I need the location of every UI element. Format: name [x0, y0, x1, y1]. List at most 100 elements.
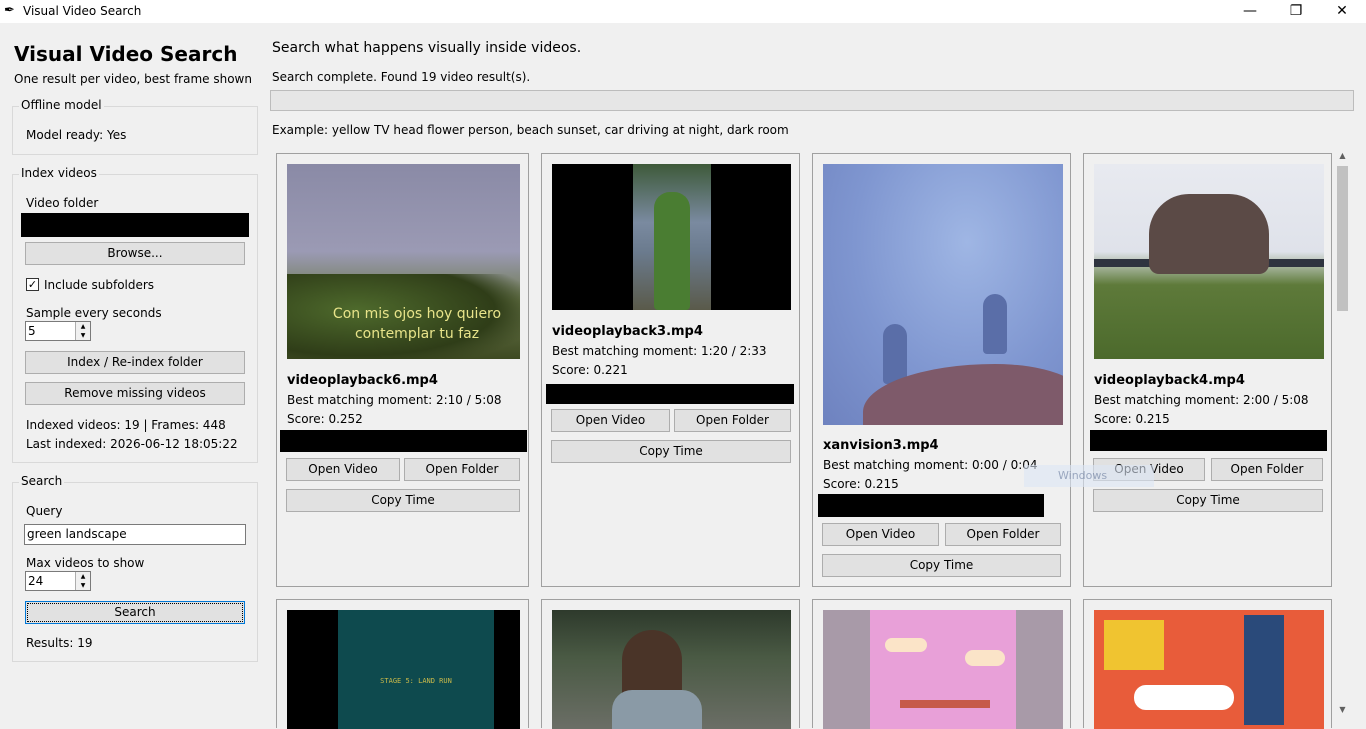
result-moment: Best matching moment: 0:00 / 0:04	[823, 458, 1038, 472]
result-filename: videoplayback4.mp4	[1094, 373, 1245, 388]
result-thumbnail[interactable]	[1094, 610, 1324, 729]
progress-bar	[270, 90, 1354, 111]
copy-time-button[interactable]: Copy Time	[822, 554, 1061, 577]
indexed-stats: Indexed videos: 19 | Frames: 448	[26, 418, 226, 432]
result-thumbnail[interactable]	[823, 610, 1063, 729]
search-group: Search Query green landscape Max videos …	[12, 474, 258, 662]
result-path-bar	[546, 384, 794, 404]
thumbnail-cloud	[885, 638, 927, 652]
result-score: Score: 0.252	[287, 412, 363, 426]
thumbnail-shirt	[612, 690, 702, 729]
open-folder-button[interactable]: Open Folder	[674, 409, 791, 432]
thumbnail-block	[1104, 620, 1164, 670]
last-indexed: Last indexed: 2026-06-12 18:05:22	[26, 437, 238, 451]
result-thumbnail[interactable]	[552, 610, 791, 729]
thumbnail-figure	[654, 192, 690, 310]
example-text: Example: yellow TV head flower person, b…	[272, 123, 789, 137]
max-videos-value: 24	[28, 574, 44, 588]
windows-watermark: Windows	[1024, 465, 1154, 487]
window-title: Visual Video Search	[23, 4, 142, 18]
copy-time-button[interactable]: Copy Time	[1093, 489, 1323, 512]
title-bar: ✒ Visual Video Search — ❐ ✕	[0, 0, 1366, 23]
result-filename: videoplayback6.mp4	[287, 373, 438, 388]
search-status: Search complete. Found 19 video result(s…	[272, 70, 531, 84]
thumbnail-cloud	[965, 650, 1005, 666]
thumbnail-shadow	[983, 294, 1007, 354]
spin-arrows-icon[interactable]: ▲ ▼	[75, 572, 90, 590]
open-folder-button[interactable]: Open Folder	[1211, 458, 1323, 481]
copy-time-button[interactable]: Copy Time	[286, 489, 520, 512]
copy-time-button[interactable]: Copy Time	[551, 440, 791, 463]
video-folder-field[interactable]	[21, 213, 249, 237]
close-button[interactable]: ✕	[1319, 0, 1365, 23]
thumbnail-building	[1244, 615, 1284, 725]
browse-button[interactable]: Browse...	[25, 242, 245, 265]
game-stage-text: STAGE 5: LAND RUN	[380, 677, 452, 685]
result-thumbnail[interactable]	[1094, 164, 1324, 359]
include-subfolders-checkbox[interactable]: ✓	[26, 278, 39, 291]
open-video-button[interactable]: Open Video	[822, 523, 939, 546]
offline-model-legend: Offline model	[19, 98, 104, 112]
result-path-bar	[280, 430, 527, 452]
search-legend: Search	[19, 474, 65, 488]
result-score: Score: 0.215	[823, 477, 899, 491]
result-thumbnail[interactable]: STAGE 5: LAND RUN	[287, 610, 520, 729]
search-button[interactable]: Search	[25, 601, 245, 624]
open-folder-button[interactable]: Open Folder	[404, 458, 520, 481]
result-path-bar	[818, 494, 1044, 517]
scrollbar-thumb[interactable]	[1337, 166, 1348, 311]
query-input[interactable]: green landscape	[24, 524, 246, 545]
result-thumbnail[interactable]	[552, 164, 791, 310]
max-videos-label: Max videos to show	[26, 556, 145, 570]
max-videos-spinbox[interactable]: 24 ▲ ▼	[25, 571, 91, 591]
result-thumbnail[interactable]	[823, 164, 1063, 425]
headline: Search what happens visually inside vide…	[272, 40, 582, 56]
thumbnail-people	[1149, 194, 1269, 274]
result-card: STAGE 5: LAND RUN	[276, 599, 529, 729]
result-card	[1083, 599, 1332, 729]
sidebar: Visual Video Search One result per video…	[0, 23, 265, 728]
open-folder-button[interactable]: Open Folder	[945, 523, 1061, 546]
result-filename: videoplayback3.mp4	[552, 324, 703, 339]
results-scrollbar[interactable]: ▲ ▼	[1334, 148, 1351, 718]
include-subfolders-label: Include subfolders	[44, 278, 155, 292]
reindex-button[interactable]: Index / Re-index folder	[25, 351, 245, 374]
subtitle-overlay: Con mis ojos hoy quiero contemplar tu fa…	[332, 306, 502, 342]
sample-spinbox[interactable]: 5 ▲ ▼	[25, 321, 91, 341]
result-card: xanvision3.mp4 Best matching moment: 0:0…	[812, 153, 1071, 587]
app-subtitle: One result per video, best frame shown	[14, 72, 252, 86]
thumbnail-sky	[870, 610, 1016, 729]
index-videos-group: Index videos Video folder Browse... ✓ In…	[12, 166, 258, 463]
query-label: Query	[26, 504, 63, 518]
sample-label: Sample every seconds	[26, 306, 162, 320]
open-video-button[interactable]: Open Video	[551, 409, 670, 432]
thumbnail-shadow	[883, 324, 907, 384]
result-filename: xanvision3.mp4	[823, 438, 939, 453]
sample-value: 5	[28, 324, 36, 338]
thumbnail-ground	[900, 700, 990, 708]
result-score: Score: 0.215	[1094, 412, 1170, 426]
result-thumbnail[interactable]: Con mis ojos hoy quiero contemplar tu fa…	[287, 164, 520, 359]
result-card: Con mis ojos hoy quiero contemplar tu fa…	[276, 153, 529, 587]
video-folder-label: Video folder	[26, 196, 99, 210]
result-path-bar	[1090, 430, 1327, 451]
result-score: Score: 0.221	[552, 363, 628, 377]
thumbnail-cloud	[1134, 685, 1234, 710]
result-moment: Best matching moment: 2:10 / 5:08	[287, 393, 502, 407]
result-card: videoplayback3.mp4 Best matching moment:…	[541, 153, 800, 587]
results-count: Results: 19	[26, 636, 93, 650]
scroll-up-icon[interactable]: ▲	[1334, 148, 1351, 164]
scroll-down-icon[interactable]: ▼	[1334, 702, 1351, 718]
result-moment: Best matching moment: 1:20 / 2:33	[552, 344, 767, 358]
feather-icon: ✒	[4, 3, 15, 18]
maximize-button[interactable]: ❐	[1273, 0, 1319, 23]
result-moment: Best matching moment: 2:00 / 5:08	[1094, 393, 1309, 407]
result-card: videoplayback4.mp4 Best matching moment:…	[1083, 153, 1332, 587]
result-card	[541, 599, 800, 729]
minimize-button[interactable]: —	[1227, 0, 1273, 23]
spin-arrows-icon[interactable]: ▲ ▼	[75, 322, 90, 340]
offline-model-group: Offline model Model ready: Yes	[12, 98, 258, 155]
thumbnail-screen: STAGE 5: LAND RUN	[338, 610, 494, 729]
remove-missing-button[interactable]: Remove missing videos	[25, 382, 245, 405]
open-video-button[interactable]: Open Video	[286, 458, 400, 481]
